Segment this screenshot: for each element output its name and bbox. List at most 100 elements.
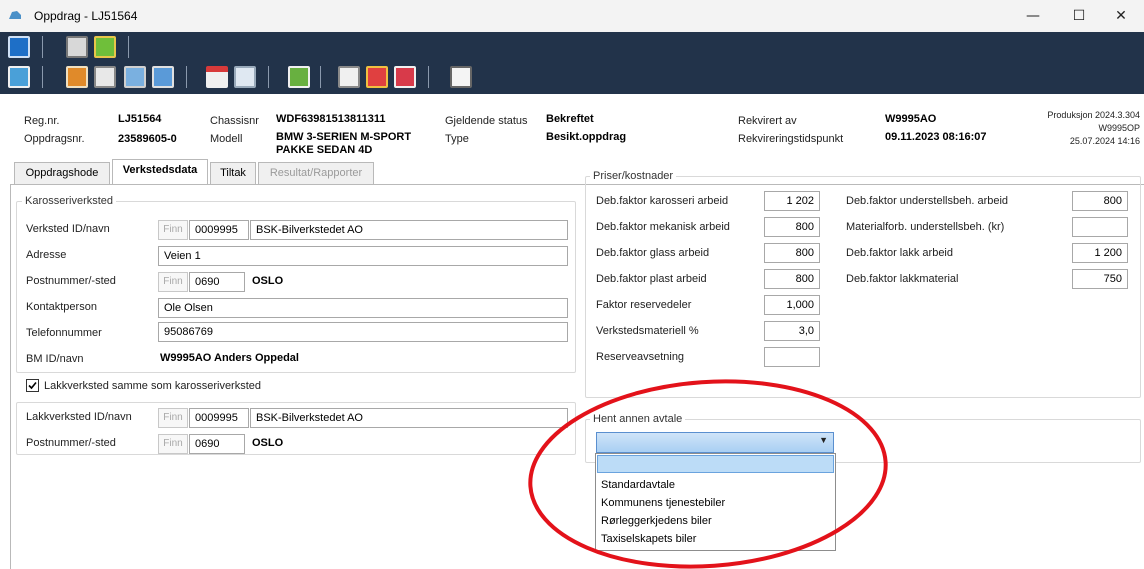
grid-icon[interactable] [8, 66, 30, 88]
list-icon[interactable] [206, 66, 228, 88]
transfer-icon[interactable] [152, 66, 174, 88]
avtale-option[interactable]: Rørleggerkjedens biler [601, 515, 712, 527]
tab-tiltak[interactable]: Tiltak [210, 162, 256, 184]
pris-left-label: Deb.faktor glass arbeid [596, 247, 710, 259]
minimize-button[interactable]: — [1010, 0, 1056, 32]
regnr-value: LJ51564 [118, 113, 162, 125]
add-document-icon[interactable] [94, 36, 116, 58]
lakkverksted-navn-field[interactable]: BSK-Bilverkstedet AO [250, 408, 568, 428]
verksted-navn-field[interactable]: BSK-Bilverkstedet AO [250, 220, 568, 240]
telefon-field[interactable]: 95086769 [158, 322, 568, 342]
priser-group [585, 176, 1141, 398]
pris-left-label: Deb.faktor karosseri arbeid [596, 195, 729, 207]
font-icon[interactable] [338, 66, 360, 88]
lakk-same-checkbox[interactable] [26, 379, 39, 392]
pris-left-field[interactable] [764, 347, 820, 367]
pris-left-field[interactable]: 800 [764, 243, 820, 263]
save-icon[interactable] [8, 36, 30, 58]
telefon-label: Telefonnummer [26, 327, 102, 339]
pris-left-field[interactable]: 3,0 [764, 321, 820, 341]
status-value: Bekreftet [546, 113, 594, 125]
window-icon[interactable] [234, 66, 256, 88]
copy-icon[interactable] [124, 66, 146, 88]
type-label: Type [445, 133, 469, 145]
pris-right-field[interactable]: 1 200 [1072, 243, 1128, 263]
avtale-option-blank[interactable] [597, 455, 834, 473]
toolbar-separator [42, 66, 43, 88]
edit-icon[interactable] [66, 66, 88, 88]
pris-left-field[interactable]: 1,000 [764, 295, 820, 315]
toolbar-separator [428, 66, 429, 88]
toolbar [0, 32, 1144, 94]
print-icon[interactable] [66, 36, 88, 58]
refresh-icon[interactable] [394, 66, 416, 88]
lakk-postnummer-field[interactable]: 0690 [189, 434, 245, 454]
postnummer-field[interactable]: 0690 [189, 272, 245, 292]
toolbar-separator [42, 36, 43, 58]
lakkverksted-id-field[interactable]: 0009995 [189, 408, 249, 428]
pris-right-field[interactable]: 800 [1072, 191, 1128, 211]
current-date: 25.07.2024 14:16 [1069, 136, 1140, 146]
pris-right-field[interactable]: 750 [1072, 269, 1128, 289]
modell-label: Modell [210, 133, 243, 145]
open-icon[interactable] [94, 66, 116, 88]
avtale-option[interactable]: Standardavtale [601, 479, 675, 491]
pris-left-field[interactable]: 800 [764, 269, 820, 289]
pris-left-field[interactable]: 800 [764, 217, 820, 237]
verksted-id-field[interactable]: 0009995 [189, 220, 249, 240]
rekvirert-value: W9995AO [885, 113, 937, 125]
adresse-field[interactable]: Veien 1 [158, 246, 568, 266]
percent-icon[interactable] [450, 66, 472, 88]
avtale-group-title: Hent annen avtale [590, 413, 686, 425]
oppdragsnr-value: 23589605-0 [118, 133, 177, 145]
pris-left-field[interactable]: 1 202 [764, 191, 820, 211]
toolbar-separator [128, 36, 129, 58]
avtale-option[interactable]: Taxiselskapets biler [601, 533, 696, 545]
postnummer-label: Postnummer/-sted [26, 275, 116, 287]
modell-value-line2: PAKKE SEDAN 4D [276, 144, 373, 156]
tidspunkt-label: Rekvireringstidspunkt [738, 133, 844, 145]
verksted-label: Verksted ID/navn [26, 223, 110, 235]
lakkverksted-label: Lakkverksted ID/navn [26, 411, 132, 423]
export-icon[interactable] [288, 66, 310, 88]
pris-left-label: Deb.faktor mekanisk arbeid [596, 221, 730, 233]
chevron-down-icon[interactable]: ▼ [819, 435, 828, 445]
window-title: Oppdrag - LJ51564 [34, 9, 138, 23]
avtale-options-list: Standardavtale Kommunens tjenestebiler R… [595, 453, 836, 551]
pris-right-label: Deb.faktor lakkmaterial [846, 273, 959, 285]
production-version: Produksjon 2024.3.304 [1047, 110, 1140, 120]
pris-right-label: Deb.faktor lakk arbeid [846, 247, 953, 259]
title-bar: Oppdrag - LJ51564 — ☐ ✕ [0, 0, 1144, 32]
user-code: W9995OP [1098, 123, 1140, 133]
tab-oppdragshode[interactable]: Oppdragshode [14, 162, 110, 184]
tab-resultat-rapporter[interactable]: Resultat/Rapporter [258, 162, 374, 184]
close-button[interactable]: ✕ [1098, 0, 1144, 32]
priser-group-title: Priser/kostnader [590, 170, 677, 182]
rekvirert-label: Rekvirert av [738, 115, 797, 127]
maximize-button[interactable]: ☐ [1056, 0, 1102, 32]
finn-postnummer-button[interactable]: Finn [158, 272, 188, 292]
pris-left-label: Faktor reservedeler [596, 299, 692, 311]
avtale-option[interactable]: Kommunens tjenestebiler [601, 497, 725, 509]
tab-verkstedsdata[interactable]: Verkstedsdata [112, 159, 208, 184]
avtale-dropdown[interactable]: ▼ [596, 432, 834, 453]
tidspunkt-value: 09.11.2023 08:16:07 [885, 131, 987, 143]
forward-icon[interactable] [366, 66, 388, 88]
pris-left-label: Reserveavsetning [596, 351, 685, 363]
finn-lakkverksted-button[interactable]: Finn [158, 408, 188, 428]
content-left-border [10, 185, 11, 569]
chassisnr-label: Chassisnr [210, 115, 259, 127]
app-icon [9, 11, 21, 19]
regnr-label: Reg.nr. [24, 115, 60, 127]
toolbar-separator [186, 66, 187, 88]
lakk-postnummer-label: Postnummer/-sted [26, 437, 116, 449]
poststed-value: OSLO [252, 275, 284, 287]
pris-right-field[interactable] [1072, 217, 1128, 237]
checkmark-icon [28, 381, 37, 390]
kontaktperson-field[interactable]: Ole Olsen [158, 298, 568, 318]
adresse-label: Adresse [26, 249, 67, 261]
pris-left-label: Verkstedsmateriell % [596, 325, 699, 337]
pris-right-label: Materialforb. understellsbeh. (kr) [846, 221, 1005, 233]
finn-lakk-postnummer-button[interactable]: Finn [158, 434, 188, 454]
finn-verksted-button[interactable]: Finn [158, 220, 188, 240]
